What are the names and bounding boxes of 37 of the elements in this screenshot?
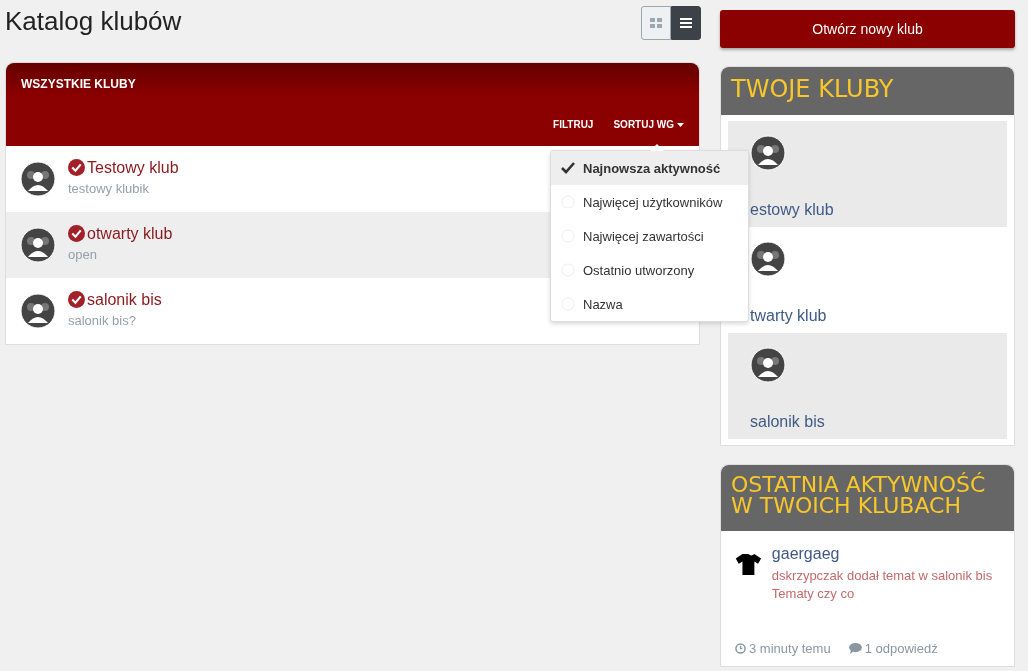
club-description: salonik bis?	[68, 312, 137, 328]
reply-count: 1 odpowiedź	[864, 641, 938, 657]
activity-text: dskrzypczak dodał temat w salonik bis Tematy czy co	[771, 567, 994, 604]
club-name-link[interactable]: salonik bis	[87, 290, 162, 309]
group-avatar-icon	[750, 347, 786, 383]
grid-icon	[650, 18, 662, 28]
sort-option[interactable]: Najnowsza aktywność	[551, 151, 748, 185]
author-link[interactable]: gaergaeg	[771, 545, 840, 562]
group-avatar-icon	[20, 227, 56, 263]
club-name-link[interactable]: otwarty klub	[87, 224, 173, 243]
page-title: Katalog klubów	[5, 6, 182, 37]
club-name-link[interactable]: Testowy klub	[87, 158, 179, 177]
verified-check-icon	[68, 225, 85, 242]
check-icon	[561, 162, 575, 174]
group-avatar-icon	[20, 293, 56, 329]
club-card[interactable]: salonik bis	[728, 333, 1007, 439]
club-card[interactable]: estowy klub	[728, 121, 1007, 227]
verified-check-icon	[68, 291, 85, 308]
filter-link[interactable]: FILTRUJ	[553, 119, 594, 130]
sort-link[interactable]: SORTUJ WG	[613, 119, 684, 130]
club-name-link[interactable]: salonik bis	[750, 413, 825, 431]
list-view-button[interactable]	[671, 6, 701, 40]
group-avatar-icon	[20, 161, 56, 197]
new-club-button[interactable]: Otwórz nowy klub	[720, 10, 1015, 48]
speech-bubble-icon	[848, 643, 862, 655]
club-name-link[interactable]: twarty klub	[750, 307, 827, 325]
list-icon	[680, 18, 692, 28]
club-description: open	[68, 246, 98, 262]
widget-title: TWOJE KLUBY	[721, 67, 1014, 115]
caret-icon	[677, 122, 684, 127]
panel-title: WSZYSTKIE KLUBY	[21, 77, 137, 91]
clock-icon	[735, 643, 746, 655]
club-description: testowy klubik	[68, 180, 150, 196]
club-name-link[interactable]: estowy klub	[750, 201, 834, 219]
activity-time: 3 minuty temu	[749, 641, 831, 657]
widget-title: OSTATNIA AKTYWNOŚĆ W TWOICH KLUBACH	[721, 465, 1014, 531]
verified-check-icon	[68, 159, 85, 176]
